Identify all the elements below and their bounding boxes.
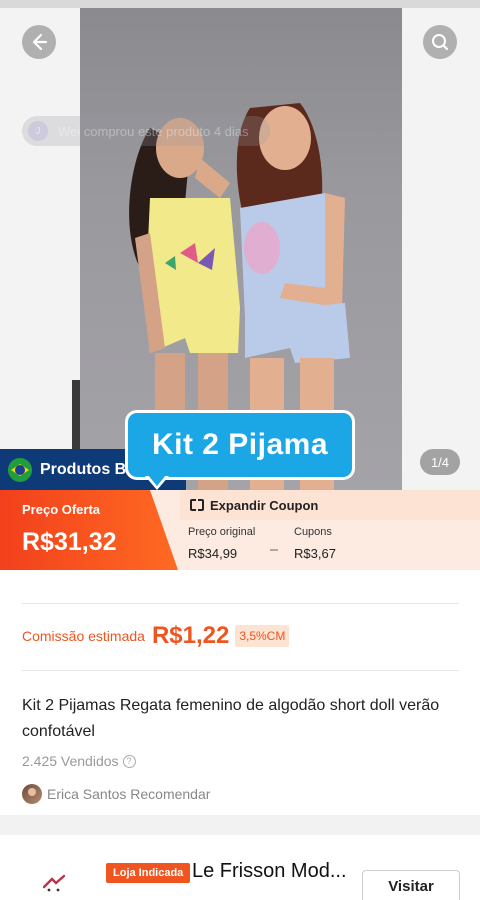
commission-row: Comissão estimada R$1,22 3,5%CM: [22, 622, 290, 650]
commission-rate-badge: 3,5%CM: [235, 625, 290, 647]
minus-icon: [268, 546, 280, 554]
back-arrow-icon: [32, 33, 48, 51]
brazil-flag-icon: [8, 458, 32, 482]
purchase-toast: J Wei comprou este produto 4 dias: [22, 116, 270, 146]
expand-coupon-button[interactable]: Expandir Coupon: [180, 490, 480, 520]
sold-count: 2.425 Vendidos ?: [22, 753, 136, 769]
commission-value: R$1,22: [151, 622, 230, 649]
original-price-label: Preço original: [188, 526, 256, 538]
store-name[interactable]: Le Frisson Mod...: [192, 860, 347, 883]
top-edge: [0, 0, 480, 8]
product-page: J Wei comprou este produto 4 dias 1/4 Pr…: [0, 0, 480, 900]
coupons: Cupons R$3,67: [294, 526, 336, 561]
product-title: Kit 2 Pijamas Regata femenino de algodão…: [22, 697, 440, 740]
featured-store-badge: Loja Indicada: [106, 863, 191, 883]
visit-store-button[interactable]: Visitar: [362, 870, 460, 900]
expand-coupon-label: Expandir Coupon: [210, 497, 319, 513]
image-counter: 1/4: [420, 449, 460, 475]
back-button[interactable]: [22, 25, 56, 59]
product-image-carousel[interactable]: J Wei comprou este produto 4 dias 1/4 Pr…: [0, 0, 480, 490]
coupons-label: Cupons: [294, 526, 332, 538]
original-price-value: R$34,99: [188, 546, 238, 561]
offer-price: R$31,32: [22, 528, 117, 556]
store-logo-icon: [42, 874, 66, 892]
coupons-value: R$3,67: [294, 546, 336, 561]
toast-text: Wei comprou este produto 4 dias: [58, 123, 249, 139]
toast-avatar: J: [28, 121, 48, 141]
product-info-card: Comissão estimada R$1,22 3,5%CM Kit 2 Pi…: [0, 570, 480, 815]
search-button[interactable]: [423, 25, 457, 59]
offer-label: Preço Oferta: [22, 502, 101, 517]
kit-callout-bubble: Kit 2 Pijama: [125, 410, 355, 480]
price-strip: Preço Oferta R$31,32 Expandir Coupon Pre…: [0, 490, 480, 570]
help-icon[interactable]: ?: [122, 754, 136, 768]
store-card[interactable]: Loja Indicada Le Frisson Mod... Visitar: [0, 835, 480, 900]
avatar: [22, 784, 42, 804]
divider: [22, 603, 459, 604]
sold-count-text: 2.425 Vendidos: [22, 753, 119, 769]
search-icon: [432, 34, 449, 51]
coupon-icon: [190, 499, 204, 511]
divider: [22, 670, 459, 671]
recommender-text: Erica Santos Recomendar: [47, 786, 211, 802]
offer-price-block: Preço Oferta R$31,32: [0, 490, 178, 570]
commission-label: Comissão estimada: [22, 628, 145, 644]
recommender[interactable]: Erica Santos Recomendar: [22, 784, 210, 804]
original-price: Preço original R$34,99: [188, 526, 255, 561]
